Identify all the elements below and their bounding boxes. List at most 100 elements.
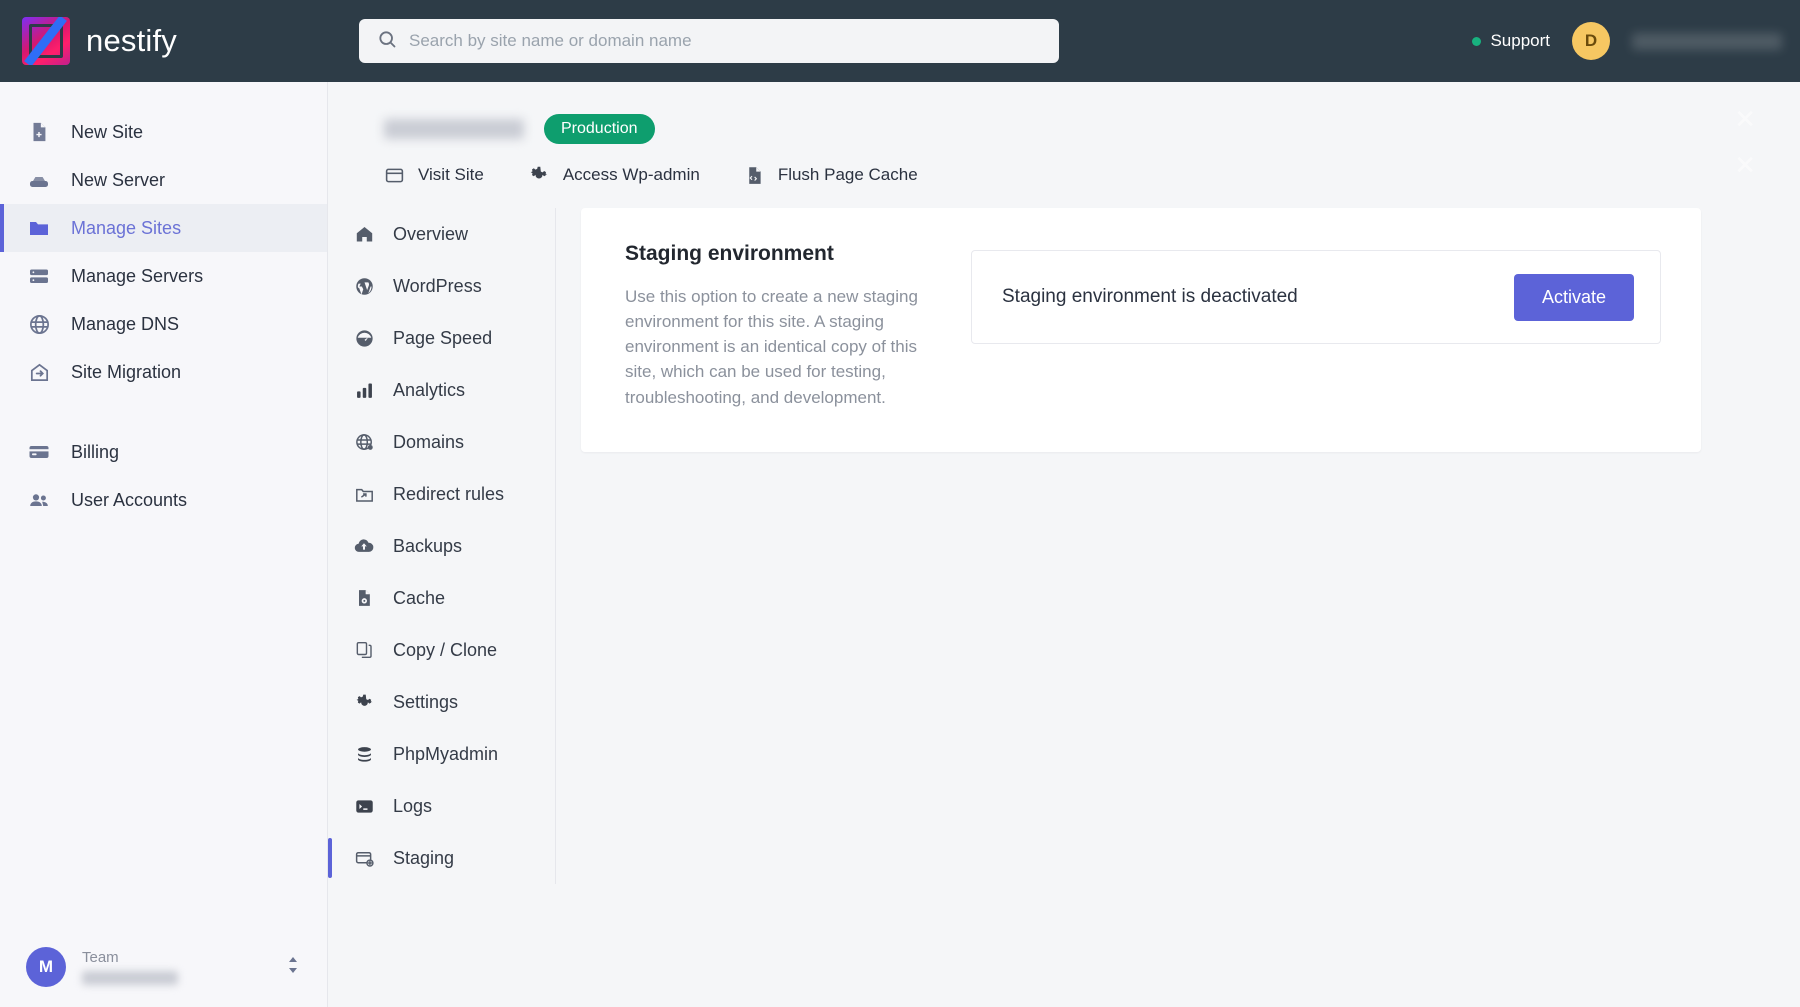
quick-action-label: Visit Site	[418, 165, 484, 185]
file-code-icon	[744, 165, 765, 186]
team-switcher[interactable]: M Team	[0, 947, 327, 987]
site-name-masked	[384, 119, 524, 139]
access-wp-admin-button[interactable]: Access Wp-admin	[528, 164, 700, 186]
search-icon	[377, 29, 397, 54]
credit-card-icon	[26, 440, 52, 464]
flush-page-cache-button[interactable]: Flush Page Cache	[744, 165, 918, 186]
sidebar-item-label: Site Migration	[71, 362, 181, 383]
sidebar-item-manage-sites[interactable]: Manage Sites	[0, 204, 327, 252]
submenu-item-label: Redirect rules	[393, 484, 504, 505]
search-container	[359, 19, 1059, 63]
bar-chart-icon	[352, 380, 376, 401]
sidebar-item-label: Manage DNS	[71, 314, 179, 335]
site-inner-layout: Overview WordPress	[328, 208, 1800, 884]
browser-window-icon	[384, 165, 405, 186]
sidebar-item-new-site[interactable]: New Site	[0, 108, 327, 156]
submenu-item-label: Overview	[393, 224, 468, 245]
submenu-item-domains[interactable]: Domains	[352, 416, 555, 468]
site-migration-icon	[26, 361, 52, 384]
submenu-item-copy-clone[interactable]: Copy / Clone	[352, 624, 555, 676]
activate-button[interactable]: Activate	[1514, 274, 1634, 321]
submenu-item-staging[interactable]: Staging	[352, 832, 555, 884]
sidebar-item-manage-servers[interactable]: Manage Servers	[0, 252, 327, 300]
avatar[interactable]: D	[1572, 22, 1610, 60]
file-clock-icon	[352, 588, 376, 608]
submenu-item-page-speed[interactable]: Page Speed	[352, 312, 555, 364]
submenu-item-logs[interactable]: Logs	[352, 780, 555, 832]
quick-action-label: Flush Page Cache	[778, 165, 918, 185]
close-icon[interactable]: ✕	[1734, 104, 1756, 135]
staging-card-info: Staging environment Use this option to c…	[625, 242, 925, 410]
speedometer-icon	[352, 328, 376, 349]
online-status-dot	[1472, 37, 1481, 46]
submenu-item-analytics[interactable]: Analytics	[352, 364, 555, 416]
team-name-masked	[82, 971, 178, 985]
wordpress-icon	[352, 276, 376, 297]
gear-icon	[352, 692, 376, 713]
submenu-item-label: Settings	[393, 692, 458, 713]
sidebar-item-manage-dns[interactable]: Manage DNS	[0, 300, 327, 348]
submenu-item-label: PhpMyadmin	[393, 744, 498, 765]
copy-icon	[352, 640, 376, 660]
submenu-item-label: Analytics	[393, 380, 465, 401]
sidebar-item-label: Manage Servers	[71, 266, 203, 287]
top-bar: nestify Support D	[0, 0, 1800, 82]
sidebar-item-billing[interactable]: Billing	[0, 428, 327, 476]
close-icon[interactable]: ✕	[1734, 150, 1756, 181]
sidebar-item-new-server[interactable]: New Server	[0, 156, 327, 204]
brand[interactable]: nestify	[22, 17, 312, 65]
submenu-item-label: Copy / Clone	[393, 640, 497, 661]
submenu-item-overview[interactable]: Overview	[352, 208, 555, 260]
sidebar-item-user-accounts[interactable]: User Accounts	[0, 476, 327, 524]
team-label: Team	[82, 949, 178, 967]
submenu-item-backups[interactable]: Backups	[352, 520, 555, 572]
servers-icon	[26, 264, 52, 288]
submenu-item-label: Domains	[393, 432, 464, 453]
sidebar-item-site-migration[interactable]: Site Migration	[0, 348, 327, 396]
sidebar-item-label: Manage Sites	[71, 218, 181, 239]
chevron-up-down-icon[interactable]	[285, 954, 301, 981]
terminal-icon	[352, 796, 376, 817]
folder-icon	[26, 216, 52, 240]
submenu-item-label: Cache	[393, 588, 445, 609]
main-panel: Staging environment Use this option to c…	[556, 208, 1800, 884]
staging-status-panel: Staging environment is deactivated Activ…	[971, 250, 1661, 344]
staging-status-text: Staging environment is deactivated	[1002, 286, 1298, 308]
account-name-masked[interactable]	[1632, 33, 1782, 50]
globe-icon	[26, 313, 52, 336]
submenu-item-label: Staging	[393, 848, 454, 869]
staging-description: Use this option to create a new staging …	[625, 284, 925, 410]
submenu-item-label: Backups	[393, 536, 462, 557]
submenu-item-cache[interactable]: Cache	[352, 572, 555, 624]
submenu-item-label: Logs	[393, 796, 432, 817]
submenu-item-wordpress[interactable]: WordPress	[352, 260, 555, 312]
new-server-icon	[26, 168, 52, 192]
team-avatar: M	[26, 947, 66, 987]
sidebar-divider-space	[0, 396, 327, 428]
nestify-logo-icon	[22, 17, 70, 65]
submenu-item-label: WordPress	[393, 276, 482, 297]
sidebar-item-label: New Site	[71, 122, 143, 143]
sidebar-item-label: User Accounts	[71, 490, 187, 511]
submenu-item-redirect-rules[interactable]: Redirect rules	[352, 468, 555, 520]
site-submenu: Overview WordPress	[328, 208, 556, 884]
search-box[interactable]	[359, 19, 1059, 63]
users-icon	[26, 488, 52, 512]
team-info: Team	[82, 949, 178, 985]
new-site-icon	[26, 121, 52, 143]
visit-site-button[interactable]: Visit Site	[384, 165, 484, 186]
quick-action-label: Access Wp-admin	[563, 165, 700, 185]
submenu-item-settings[interactable]: Settings	[352, 676, 555, 728]
cloud-upload-icon	[352, 535, 376, 557]
staging-icon	[352, 848, 376, 869]
submenu-item-label: Page Speed	[393, 328, 492, 349]
sidebar-nav: New Site New Server Manage Sites Man	[0, 82, 327, 524]
page-title: Staging environment	[625, 242, 925, 266]
site-header: Production Visit Site Access Wp-admin	[328, 82, 1800, 186]
database-icon	[352, 744, 376, 765]
search-input[interactable]	[409, 31, 1029, 51]
support-label: Support	[1490, 31, 1550, 51]
staging-card: Staging environment Use this option to c…	[581, 208, 1701, 452]
support-button[interactable]: Support	[1472, 31, 1550, 51]
submenu-item-phpmyadmin[interactable]: PhpMyadmin	[352, 728, 555, 780]
